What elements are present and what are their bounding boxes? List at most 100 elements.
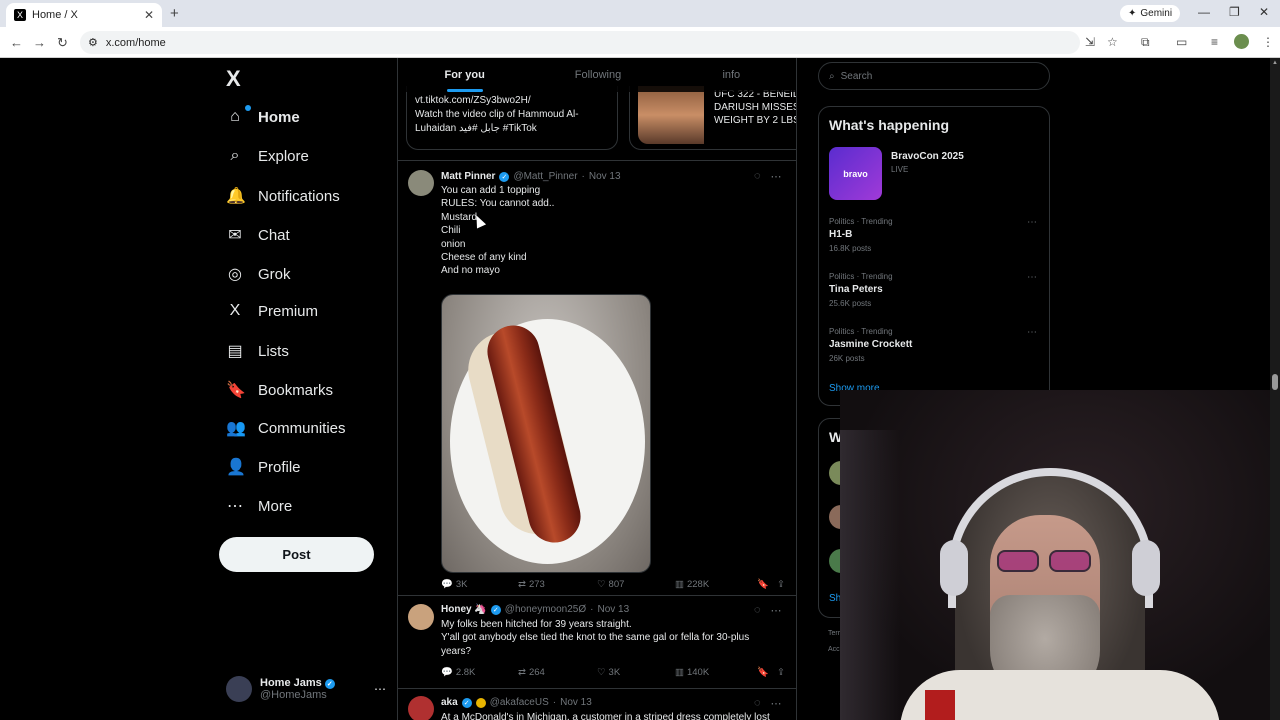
nav-bookmarks[interactable]: 🔖 Bookmarks [226, 380, 333, 400]
like-button[interactable]: ♡ 3K [597, 667, 675, 678]
trend-item[interactable]: Politics · Trending H1-B 16.8K posts ⋯ [829, 217, 1041, 253]
tab-for-you[interactable]: For you [398, 58, 531, 92]
bravocon-thumbnail[interactable]: bravo [829, 147, 882, 200]
timeline[interactable]: For you Following info vt.tiktok.com/ZSy… [397, 58, 797, 720]
like-button[interactable]: ♡ 807 [597, 579, 675, 590]
like-count: 807 [608, 579, 625, 590]
reload-icon[interactable]: ↻ [57, 35, 68, 51]
minimize-button[interactable]: — [1198, 5, 1210, 19]
nav-chat[interactable]: ✉ Chat [226, 225, 289, 245]
repost-icon: ⇄ [518, 579, 526, 590]
separator-dot: · [590, 604, 594, 615]
gemini-button[interactable]: ✦ Gemini [1120, 5, 1181, 22]
new-tab-button[interactable]: + [170, 5, 179, 22]
bookmark-icon[interactable]: 🔖 [757, 579, 777, 590]
tab-following[interactable]: Following [531, 58, 664, 92]
tweet-handle[interactable]: @akafaceUS [490, 697, 549, 708]
link-card-tiktok[interactable]: vt.tiktok.com/ZSy3bwo2H/ Watch the video… [406, 86, 618, 150]
account-handle: @HomeJams [260, 689, 327, 701]
gemini-label: Gemini [1140, 8, 1173, 19]
views-button[interactable]: ▥ 140K [675, 667, 757, 678]
tweet-author-name[interactable]: Matt Pinner [441, 171, 495, 182]
trend-item[interactable]: Politics · Trending Jasmine Crockett 26K… [829, 327, 1041, 363]
extensions-icon[interactable]: ⧉ [1141, 35, 1150, 50]
address-bar[interactable]: ⚙ x.com/home [80, 31, 1080, 54]
media-card-ufc[interactable]: UFC 322 - BENEIL DARIUSH MISSES WEIGHT B… [629, 86, 796, 150]
bookmark-star-icon[interactable]: ☆ [1107, 35, 1118, 49]
tab-close-icon[interactable]: ✕ [144, 8, 154, 22]
tweet-author-name[interactable]: aka [441, 697, 458, 708]
reply-button[interactable]: 💬 2.8K [441, 667, 518, 678]
trend-item[interactable]: Politics · Trending Tina Peters 25.6K po… [829, 272, 1041, 308]
nav-notifications[interactable]: 🔔 Notifications [226, 186, 340, 206]
restore-button[interactable]: ❐ [1229, 5, 1240, 19]
tweet-author-name[interactable]: Honey 🦄 [441, 604, 487, 615]
footer-link[interactable]: Terr [828, 630, 840, 637]
divider [398, 595, 796, 596]
media-controls-icon[interactable]: ≡ [1211, 35, 1218, 49]
nav-premium[interactable]: X Premium [226, 302, 318, 320]
tweet-handle[interactable]: @Matt_Pinner [513, 171, 577, 182]
more-dots-icon[interactable]: ⋯ [771, 170, 782, 183]
more-dots-icon[interactable]: ⋯ [771, 697, 782, 710]
verified-badge-icon: ✓ [324, 679, 335, 689]
nav-profile[interactable]: 👤 Profile [226, 457, 301, 477]
more-dots-icon[interactable]: ⋯ [771, 604, 782, 617]
install-app-icon[interactable]: ⇲ [1085, 35, 1095, 49]
verified-badge-icon: ✓ [490, 604, 501, 615]
share-icon[interactable]: ⇪ [777, 579, 785, 590]
tweet-top-icons: ◌ ⋯ [754, 604, 782, 617]
x-premium-icon: X [229, 302, 241, 319]
nav-communities[interactable]: 👥 Communities [226, 418, 346, 438]
heart-icon: ♡ [597, 667, 606, 678]
repost-button[interactable]: ⇄ 273 [518, 579, 597, 590]
whats-happening-panel: What's happening bravo BravoCon 2025 LIV… [818, 106, 1050, 406]
avatar[interactable] [408, 604, 434, 630]
reply-button[interactable]: 💬 3K [441, 579, 518, 590]
scrollbar-thumb[interactable] [1272, 374, 1278, 390]
more-dots-icon[interactable]: ⋯ [1027, 272, 1037, 283]
nav-grok[interactable]: ◎ Grok [226, 264, 291, 284]
tweet-date[interactable]: Nov 13 [589, 171, 621, 182]
nav-label: Notifications [258, 187, 340, 205]
share-icon[interactable]: ⇪ [777, 667, 785, 678]
nav-lists[interactable]: ▤ Lists [226, 341, 288, 361]
tweet-handle[interactable]: @honeymoon25Ø [505, 604, 586, 615]
tweet-date[interactable]: Nov 13 [597, 604, 629, 615]
cast-icon[interactable]: ▭ [1176, 35, 1187, 49]
tweet-date[interactable]: Nov 13 [560, 697, 592, 708]
account-switcher[interactable]: Home Jams ✓ @HomeJams ⋯ [226, 674, 386, 704]
browser-profile-avatar[interactable] [1234, 34, 1249, 49]
window-close-button[interactable]: ✕ [1259, 5, 1269, 19]
tweet-photo[interactable] [441, 294, 651, 573]
more-dots-icon[interactable]: ⋯ [374, 682, 386, 696]
nav-explore[interactable]: ⌕ Explore [226, 147, 309, 165]
x-logo-icon[interactable]: X [226, 66, 241, 92]
nav-home[interactable]: ⌂ Home [226, 105, 300, 126]
views-button[interactable]: ▥ 228K [675, 579, 757, 590]
more-dots-icon[interactable]: ⋯ [1027, 327, 1037, 338]
browser-menu-icon[interactable]: ⋮ [1262, 35, 1274, 49]
reply-count: 3K [455, 579, 468, 590]
event-title[interactable]: BravoCon 2025 [891, 151, 964, 162]
nav-more[interactable]: ⋯ More [226, 496, 292, 516]
search-icon: ⌕ [829, 70, 835, 82]
back-arrow-icon[interactable]: ← [10, 35, 23, 50]
search-input[interactable]: ⌕ Search [818, 62, 1050, 90]
page-scrollbar[interactable]: ▲ [1270, 58, 1280, 720]
repost-button[interactable]: ⇄ 264 [518, 667, 597, 678]
avatar[interactable] [408, 696, 434, 720]
scroll-up-icon[interactable]: ▲ [1272, 60, 1278, 66]
tab-info[interactable]: info [665, 58, 796, 92]
browser-tab[interactable]: X Home / X ✕ [6, 3, 162, 27]
footer-link[interactable]: Acc [828, 646, 840, 653]
site-info-icon[interactable]: ⚙ [88, 36, 98, 49]
post-button[interactable]: Post [219, 537, 374, 572]
more-dots-icon[interactable]: ⋯ [1027, 217, 1037, 228]
grok-explain-icon[interactable]: ◌ [754, 697, 761, 710]
avatar[interactable] [408, 170, 434, 196]
grok-explain-icon[interactable]: ◌ [754, 170, 761, 183]
bookmark-icon[interactable]: 🔖 [757, 667, 777, 678]
forward-arrow-icon[interactable]: → [33, 35, 46, 50]
grok-explain-icon[interactable]: ◌ [754, 604, 761, 617]
